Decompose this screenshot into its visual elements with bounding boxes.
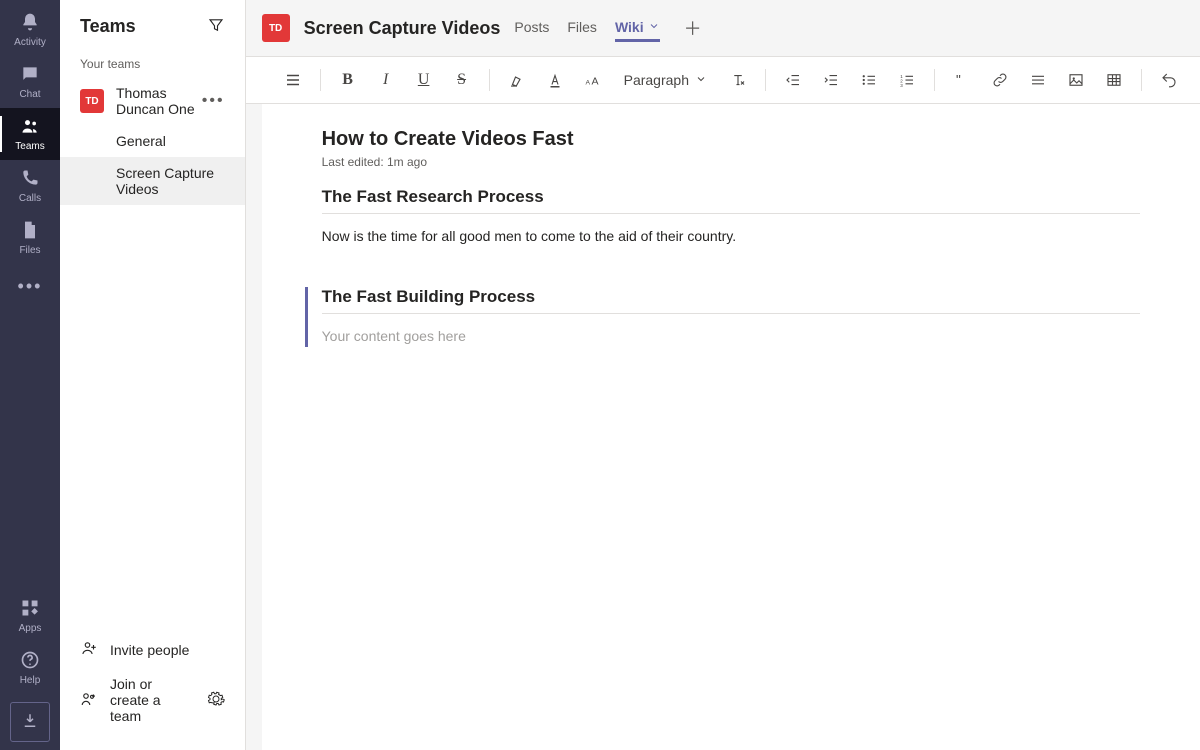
- image-button[interactable]: [1059, 63, 1093, 97]
- channel-screen-capture[interactable]: Screen Capture Videos: [60, 157, 245, 205]
- bulleted-list-button[interactable]: [852, 63, 886, 97]
- wiki-section-2[interactable]: The Fast Building Process Your content g…: [305, 287, 1140, 347]
- undo-button[interactable]: [1152, 63, 1186, 97]
- invite-label: Invite people: [110, 642, 189, 658]
- invite-icon: [80, 639, 98, 660]
- rail-label: Teams: [15, 141, 44, 152]
- rail-label: Chat: [19, 89, 40, 100]
- main-content: TD Screen Capture Videos Posts Files Wik…: [246, 0, 1200, 750]
- teams-icon: [20, 116, 40, 139]
- svg-text:A: A: [585, 80, 590, 87]
- tab-wiki[interactable]: Wiki: [615, 15, 660, 42]
- rail-label: Calls: [19, 193, 41, 204]
- tab-wiki-label: Wiki: [615, 19, 644, 35]
- rail-calls[interactable]: Calls: [0, 160, 60, 212]
- download-icon: [21, 712, 39, 733]
- team-row[interactable]: TD Thomas Duncan One •••: [60, 77, 245, 125]
- team-more-icon[interactable]: •••: [202, 92, 225, 110]
- paragraph-dropdown[interactable]: Paragraph: [614, 72, 717, 88]
- tab-posts[interactable]: Posts: [514, 15, 549, 42]
- svg-text:A: A: [591, 76, 598, 88]
- rail-files[interactable]: Files: [0, 212, 60, 264]
- add-tab-button[interactable]: ＋: [678, 15, 708, 41]
- rail-label: Help: [20, 675, 41, 686]
- toolbar: B I U S AA Paragraph 123 ": [246, 56, 1200, 104]
- wiki-section-placeholder[interactable]: Your content goes here: [322, 326, 1140, 347]
- separator: [765, 69, 766, 91]
- phone-icon: [20, 168, 40, 191]
- numbered-list-button[interactable]: 123: [890, 63, 924, 97]
- section-label: Your teams: [60, 47, 245, 77]
- separator: [320, 69, 321, 91]
- channel-general[interactable]: General: [60, 125, 245, 157]
- invite-people-button[interactable]: Invite people: [60, 631, 245, 668]
- bell-icon: [20, 12, 40, 35]
- paragraph-label: Paragraph: [624, 72, 689, 88]
- teams-panel: Teams Your teams TD Thomas Duncan One ••…: [60, 0, 246, 750]
- rail-label: Activity: [14, 37, 46, 48]
- wiki-section-heading[interactable]: The Fast Research Process: [322, 187, 1140, 214]
- help-icon: [20, 650, 40, 673]
- underline-button[interactable]: U: [407, 63, 441, 97]
- chevron-down-icon: [648, 19, 660, 35]
- table-button[interactable]: [1097, 63, 1131, 97]
- clear-formatting-button[interactable]: [721, 63, 755, 97]
- channel-title: Screen Capture Videos: [304, 18, 501, 39]
- panel-footer: Invite people Join or create a team: [60, 623, 245, 750]
- team-name: Thomas Duncan One: [116, 85, 202, 117]
- channel-avatar: TD: [262, 14, 290, 42]
- rail-download[interactable]: [10, 702, 50, 742]
- font-color-button[interactable]: [538, 63, 572, 97]
- wiki-editor[interactable]: How to Create Videos Fast Last edited: 1…: [262, 104, 1200, 750]
- outdent-button[interactable]: [776, 63, 810, 97]
- tab-files[interactable]: Files: [567, 15, 597, 42]
- italic-button[interactable]: I: [369, 63, 403, 97]
- separator: [489, 69, 490, 91]
- strikethrough-button[interactable]: S: [445, 63, 479, 97]
- separator: [934, 69, 935, 91]
- app-rail: Activity Chat Teams Calls Files ••• Apps…: [0, 0, 60, 750]
- join-label: Join or create a team: [110, 676, 195, 724]
- panel-header: Teams: [60, 0, 245, 47]
- chat-icon: [20, 64, 40, 87]
- quote-button[interactable]: ": [945, 63, 979, 97]
- gear-icon[interactable]: [207, 690, 225, 711]
- chevron-down-icon: [695, 72, 707, 88]
- rail-chat[interactable]: Chat: [0, 56, 60, 108]
- team-avatar: TD: [80, 89, 104, 113]
- rail-help[interactable]: Help: [0, 642, 60, 694]
- wiki-section-heading[interactable]: The Fast Building Process: [322, 287, 1140, 314]
- svg-text:": ": [956, 73, 961, 88]
- rail-more[interactable]: •••: [18, 264, 43, 309]
- file-icon: [20, 220, 40, 243]
- wiki-section-1[interactable]: The Fast Research Process Now is the tim…: [322, 187, 1140, 247]
- separator: [1141, 69, 1142, 91]
- font-size-button[interactable]: AA: [576, 63, 610, 97]
- rail-apps[interactable]: Apps: [0, 590, 60, 642]
- indent-button[interactable]: [814, 63, 848, 97]
- panel-title: Teams: [80, 16, 136, 37]
- wiki-page-title[interactable]: How to Create Videos Fast: [322, 128, 1140, 151]
- bold-button[interactable]: B: [331, 63, 365, 97]
- link-button[interactable]: [983, 63, 1017, 97]
- tabs: Posts Files Wiki ＋: [514, 15, 707, 42]
- rail-activity[interactable]: Activity: [0, 4, 60, 56]
- hamburger-icon[interactable]: [276, 63, 310, 97]
- wiki-last-edited: Last edited: 1m ago: [322, 155, 1140, 169]
- team-add-icon: [80, 690, 98, 711]
- join-create-team-button[interactable]: Join or create a team: [60, 668, 245, 732]
- rail-teams[interactable]: Teams: [0, 108, 60, 160]
- hr-button[interactable]: [1021, 63, 1055, 97]
- main-header: TD Screen Capture Videos Posts Files Wik…: [246, 0, 1200, 56]
- rail-label: Apps: [19, 623, 42, 634]
- apps-icon: [20, 598, 40, 621]
- highlight-button[interactable]: [500, 63, 534, 97]
- rail-label: Files: [19, 245, 40, 256]
- wiki-section-body[interactable]: Now is the time for all good men to come…: [322, 226, 1140, 247]
- svg-text:3: 3: [900, 83, 903, 88]
- filter-icon[interactable]: [207, 16, 225, 37]
